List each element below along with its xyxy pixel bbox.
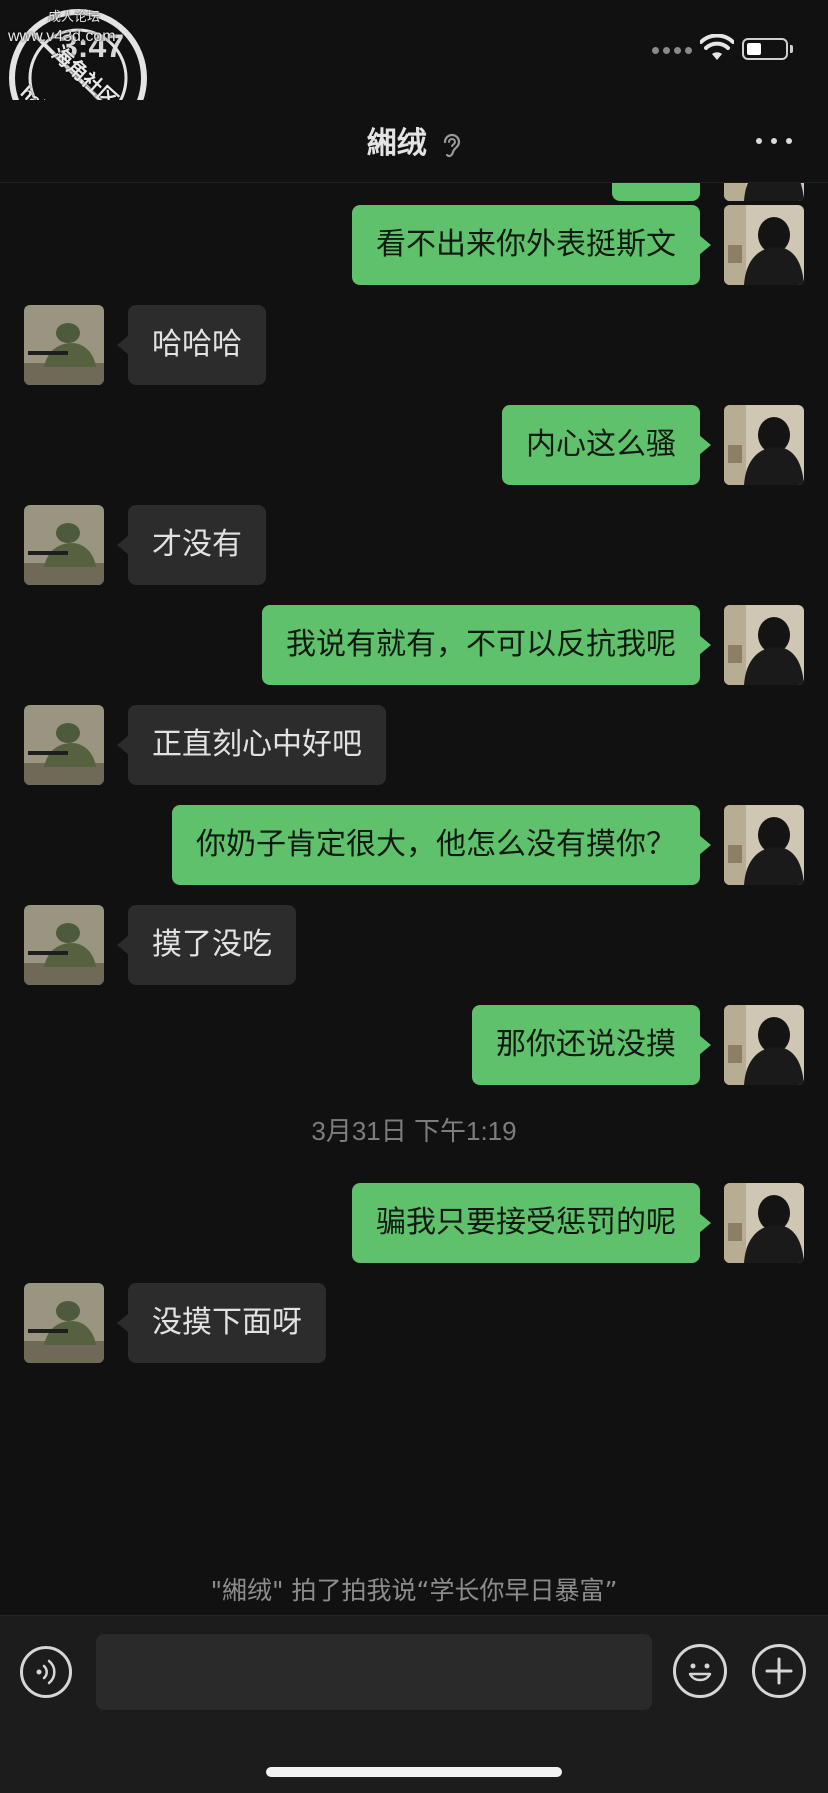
- outgoing-message-bubble[interactable]: 看不出来你外表挺斯文: [352, 205, 711, 285]
- my-avatar[interactable]: [724, 405, 804, 485]
- message-row: 内心这么骚: [0, 405, 828, 485]
- outgoing-message-bubble[interactable]: 骗我只要接受惩罚的呢: [352, 1183, 711, 1263]
- message-timestamp: 3月31日 下午1:19: [311, 1116, 517, 1146]
- outgoing-message-bubble[interactable]: 你奶子肯定很大，他怎么没有摸你？: [172, 805, 711, 885]
- message-input[interactable]: [96, 1634, 652, 1710]
- contact-avatar[interactable]: [24, 1283, 104, 1363]
- input-bar: [0, 1615, 828, 1793]
- smiley-icon: [688, 1663, 712, 1682]
- more-functions-button[interactable]: [752, 1644, 806, 1698]
- chat-header: 緗绒: [0, 100, 828, 183]
- message-row: 看不出来你外表挺斯文: [0, 205, 828, 285]
- message-row: 那你还说没摸: [0, 1005, 828, 1085]
- ear-icon: [444, 133, 461, 157]
- contact-avatar[interactable]: [24, 705, 104, 785]
- pat-notice: "緗绒" 拍了拍我说“学长你早日暴富”: [210, 1576, 618, 1605]
- watermark-top-text: 成人论坛: [48, 9, 101, 24]
- my-avatar[interactable]: [724, 205, 804, 285]
- my-avatar[interactable]: [724, 1183, 804, 1263]
- home-indicator[interactable]: [266, 1767, 562, 1777]
- contact-avatar[interactable]: [24, 505, 104, 585]
- my-avatar[interactable]: [724, 183, 804, 201]
- incoming-message-bubble[interactable]: 哈哈哈: [117, 305, 266, 385]
- chat-title-wrap[interactable]: 緗绒: [0, 118, 828, 162]
- battery-icon: [742, 38, 793, 60]
- message-row: 摸了没吃: [0, 905, 828, 985]
- message-row: 骗我只要接受惩罚的呢: [0, 1183, 828, 1263]
- message-row: 你奶子肯定很大，他怎么没有摸你？: [0, 805, 828, 885]
- my-avatar[interactable]: [724, 805, 804, 885]
- incoming-message-bubble[interactable]: 摸了没吃: [117, 905, 296, 985]
- dot-icon: [786, 138, 792, 144]
- wifi-icon: [700, 34, 734, 60]
- dot-icon: [756, 138, 762, 144]
- outgoing-message-bubble[interactable]: 那你还说没摸: [472, 1005, 711, 1085]
- contact-avatar[interactable]: [24, 905, 104, 985]
- chat-title: 緗绒: [366, 126, 427, 161]
- incoming-message-bubble[interactable]: 正直刻心中好吧: [117, 705, 386, 785]
- message-row: 我说有就有，不可以反抗我呢: [0, 605, 828, 685]
- contact-avatar[interactable]: [24, 305, 104, 385]
- incoming-message-bubble[interactable]: 才没有: [117, 505, 266, 585]
- voice-input-button[interactable]: [20, 1646, 72, 1698]
- message-list[interactable]: 看不出来你外表挺斯文 哈哈哈 内心这么骚 才没有 我说有就有，不可以反抗我呢 正…: [0, 183, 828, 1615]
- emoji-button[interactable]: [673, 1644, 727, 1698]
- voice-icon: [36, 1659, 56, 1685]
- outgoing-message-bubble[interactable]: 我说有就有，不可以反抗我呢: [262, 605, 711, 685]
- dot-icon: [771, 138, 777, 144]
- message-row: 哈哈哈: [0, 305, 828, 385]
- message-row: 正直刻心中好吧: [0, 705, 828, 785]
- message-bubble-partial[interactable]: [612, 183, 700, 201]
- message-row-partial: [0, 183, 828, 201]
- more-options-button[interactable]: [756, 136, 792, 146]
- plus-icon: [765, 1657, 793, 1685]
- message-row: 才没有: [0, 505, 828, 585]
- my-avatar[interactable]: [724, 1005, 804, 1085]
- outgoing-message-bubble[interactable]: 内心这么骚: [502, 405, 711, 485]
- my-avatar[interactable]: [724, 605, 804, 685]
- message-row: 没摸下面呀: [0, 1283, 828, 1363]
- incoming-message-bubble[interactable]: 没摸下面呀: [117, 1283, 326, 1363]
- cellular-signal-icon: [652, 47, 692, 54]
